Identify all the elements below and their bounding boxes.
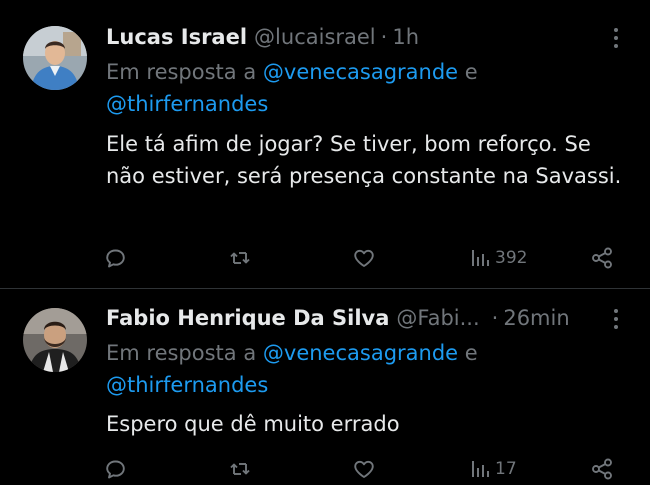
reply-button[interactable] (104, 244, 128, 272)
tweet-actions: 392 (104, 244, 624, 272)
reply-icon (106, 460, 125, 479)
share-button[interactable] (590, 455, 614, 483)
like-button[interactable] (352, 244, 376, 272)
views-icon (472, 461, 489, 477)
retweet-button[interactable] (228, 455, 252, 483)
tweet-header: Fabio Henrique Da Silva @Fabi... · 26min (106, 303, 590, 333)
retweet-icon (230, 463, 250, 475)
mention-link[interactable]: @venecasagrande (263, 60, 458, 84)
share-icon (592, 458, 612, 480)
tweet-time[interactable]: 26min (503, 306, 569, 330)
views-icon (472, 250, 489, 266)
mention-link[interactable]: @thirfernandes (106, 373, 268, 397)
reply-conjunction: e (464, 341, 478, 365)
author-name[interactable]: Fabio Henrique Da Silva (106, 306, 389, 330)
more-vertical-icon[interactable] (606, 305, 626, 333)
separator-dot: · (491, 306, 499, 330)
views-button[interactable]: 17 (468, 455, 517, 483)
author-handle[interactable]: @lucaisrael (254, 25, 376, 49)
tweet-time[interactable]: 1h (392, 25, 419, 49)
avatar[interactable] (23, 26, 87, 90)
more-vertical-icon[interactable] (606, 24, 626, 52)
views-count: 392 (495, 248, 528, 268)
reply-prefix: Em resposta a (106, 341, 257, 365)
tweet-text: Ele tá afim de jogar? Se tiver, bom refo… (106, 132, 622, 188)
share-button[interactable] (590, 244, 614, 272)
reply-context: Em resposta a @venecasagrande e @thirfer… (106, 56, 620, 120)
avatar-photo (23, 26, 87, 90)
views-button[interactable]: 392 (468, 244, 527, 272)
tweet[interactable]: Lucas Israel @lucaisrael · 1h Em respost… (0, 0, 650, 288)
separator-dot: · (380, 25, 388, 49)
tweet-actions: 17 (104, 455, 624, 483)
like-button[interactable] (352, 455, 376, 483)
reply-context: Em resposta a @venecasagrande e @thirfer… (106, 337, 620, 401)
heart-icon (354, 460, 374, 478)
mention-link[interactable]: @thirfernandes (106, 92, 268, 116)
avatar-photo (23, 308, 87, 372)
share-icon (592, 247, 612, 269)
heart-icon (354, 249, 374, 267)
reply-button[interactable] (104, 455, 128, 483)
mention-link[interactable]: @venecasagrande (263, 341, 458, 365)
author-name[interactable]: Lucas Israel (106, 25, 247, 49)
avatar[interactable] (23, 308, 87, 372)
retweet-button[interactable] (228, 244, 252, 272)
retweet-icon (230, 252, 250, 264)
reply-icon (106, 249, 125, 268)
tweet-header: Lucas Israel @lucaisrael · 1h (106, 22, 590, 52)
views-count: 17 (495, 459, 517, 479)
tweet[interactable]: Fabio Henrique Da Silva @Fabi... · 26min… (0, 289, 650, 485)
reply-prefix: Em resposta a (106, 60, 257, 84)
author-handle[interactable]: @Fabi... (396, 306, 479, 330)
tweet-text: Espero que dê muito errado (106, 412, 400, 436)
reply-conjunction: e (464, 60, 478, 84)
